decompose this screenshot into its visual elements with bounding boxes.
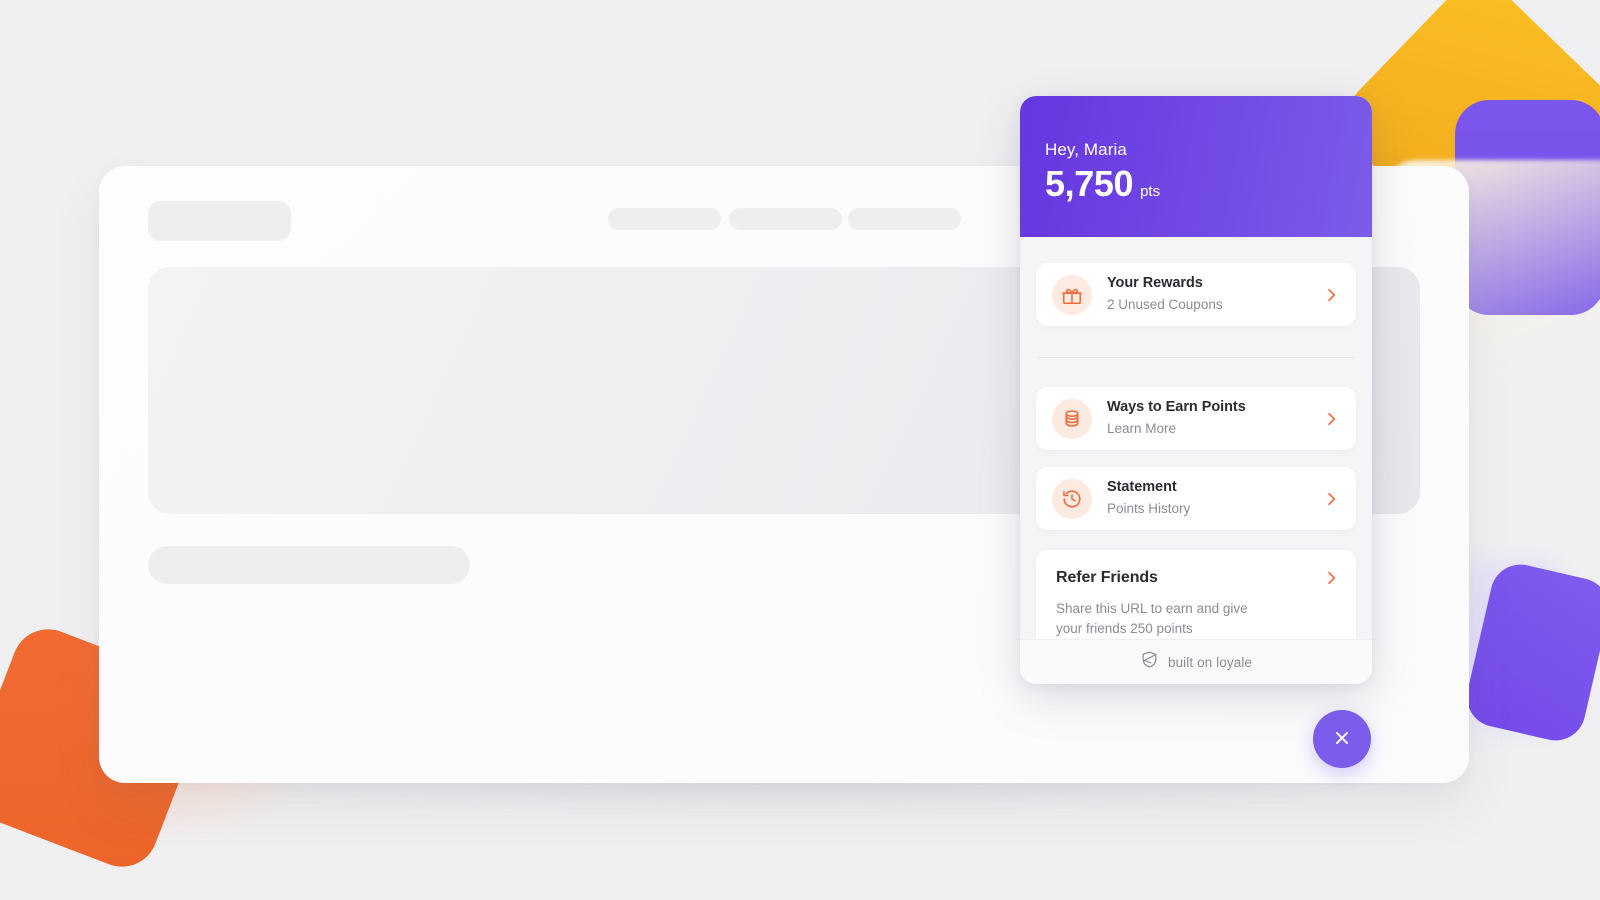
points-balance: 5,750 pts xyxy=(1045,165,1372,203)
menu-item-your-rewards[interactable]: Your Rewards 2 Unused Coupons xyxy=(1036,263,1356,326)
chevron-right-icon[interactable] xyxy=(1322,410,1340,428)
coins-icon xyxy=(1052,398,1092,439)
menu-item-title: Ways to Earn Points xyxy=(1107,399,1246,416)
close-x-icon xyxy=(1331,727,1353,752)
menu-item-subtitle: Learn More xyxy=(1107,420,1177,436)
menu-item-text: Your Rewards 2 Unused Coupons xyxy=(1107,274,1322,314)
greeting-text: Hey, Maria xyxy=(1045,140,1127,159)
skeleton-logo-placeholder xyxy=(148,201,291,241)
menu-item-title: Your Rewards xyxy=(1107,275,1203,292)
refer-friends-card[interactable]: Refer Friends Share this URL to earn and… xyxy=(1036,550,1356,639)
chevron-right-icon[interactable] xyxy=(1322,490,1340,508)
widget-footer: built on loyale xyxy=(1020,639,1372,684)
skeleton-text-bar xyxy=(148,546,470,584)
footer-text: built on loyale xyxy=(1167,654,1253,670)
menu-item-statement[interactable]: Statement Points History xyxy=(1036,467,1356,530)
menu-item-subtitle: Points History xyxy=(1107,500,1191,516)
menu-item-ways-to-earn-points[interactable]: Ways to Earn Points Learn More xyxy=(1036,387,1356,450)
menu-item-text: Ways to Earn Points Learn More xyxy=(1107,398,1322,438)
refer-friends-description: Share this URL to earn and give your fri… xyxy=(1056,601,1248,637)
refer-friends-title: Refer Friends xyxy=(1056,569,1158,586)
screen-root: Hey, Maria 5,750 pts Your Rewards 2 Unus… xyxy=(0,0,1600,900)
loyalty-widget: Hey, Maria 5,750 pts Your Rewards 2 Unus… xyxy=(1020,96,1372,684)
decorative-purple-square-bottom-right xyxy=(1460,558,1600,747)
loyale-shield-icon xyxy=(1140,650,1159,674)
skeleton-nav-item-2 xyxy=(729,208,842,230)
points-value: 5,750 xyxy=(1045,163,1134,204)
close-widget-button[interactable] xyxy=(1313,710,1371,768)
menu-item-text: Statement Points History xyxy=(1107,478,1322,518)
widget-header: Hey, Maria 5,750 pts xyxy=(1020,96,1372,237)
decorative-purple-square-top-right xyxy=(1455,100,1600,315)
widget-body: Your Rewards 2 Unused Coupons Ways to Ea… xyxy=(1020,237,1372,639)
skeleton-nav-item-3 xyxy=(848,208,961,230)
menu-item-title: Statement xyxy=(1107,479,1177,496)
gift-icon xyxy=(1052,274,1092,315)
points-unit: pts xyxy=(1140,183,1161,200)
refer-friends-header: Refer Friends xyxy=(1056,569,1340,587)
chevron-right-icon[interactable] xyxy=(1322,286,1340,304)
section-divider xyxy=(1038,357,1354,358)
menu-item-subtitle: 2 Unused Coupons xyxy=(1107,296,1223,312)
chevron-right-icon[interactable] xyxy=(1322,569,1340,587)
history-clock-icon xyxy=(1052,478,1092,519)
skeleton-nav-item-1 xyxy=(608,208,721,230)
